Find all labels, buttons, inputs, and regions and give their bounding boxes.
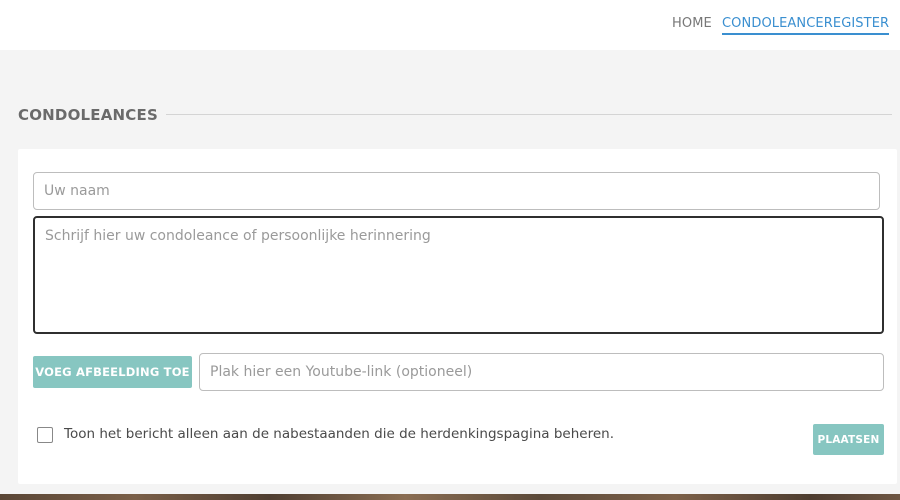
private-message-checkbox[interactable] <box>37 427 53 443</box>
condolence-form-card: VOEG AFBEELDING TOE Toon het bericht all… <box>18 149 897 484</box>
message-textarea[interactable] <box>33 216 884 334</box>
background-photo-edge <box>0 494 900 500</box>
section-divider <box>152 114 892 115</box>
add-image-button[interactable]: VOEG AFBEELDING TOE <box>33 356 192 388</box>
nav-home-link[interactable]: HOME <box>672 16 712 31</box>
submit-button[interactable]: PLAATSEN <box>813 424 884 455</box>
nav-condoleanceregister-link[interactable]: CONDOLEANCEREGISTER <box>722 16 890 35</box>
section-title: CONDOLEANCES <box>18 106 166 124</box>
name-input[interactable] <box>33 172 880 210</box>
top-navigation: HOME CONDOLEANCEREGISTER <box>0 0 900 50</box>
private-message-label[interactable]: Toon het bericht alleen aan de nabestaan… <box>64 426 614 442</box>
youtube-link-input[interactable] <box>199 353 884 391</box>
